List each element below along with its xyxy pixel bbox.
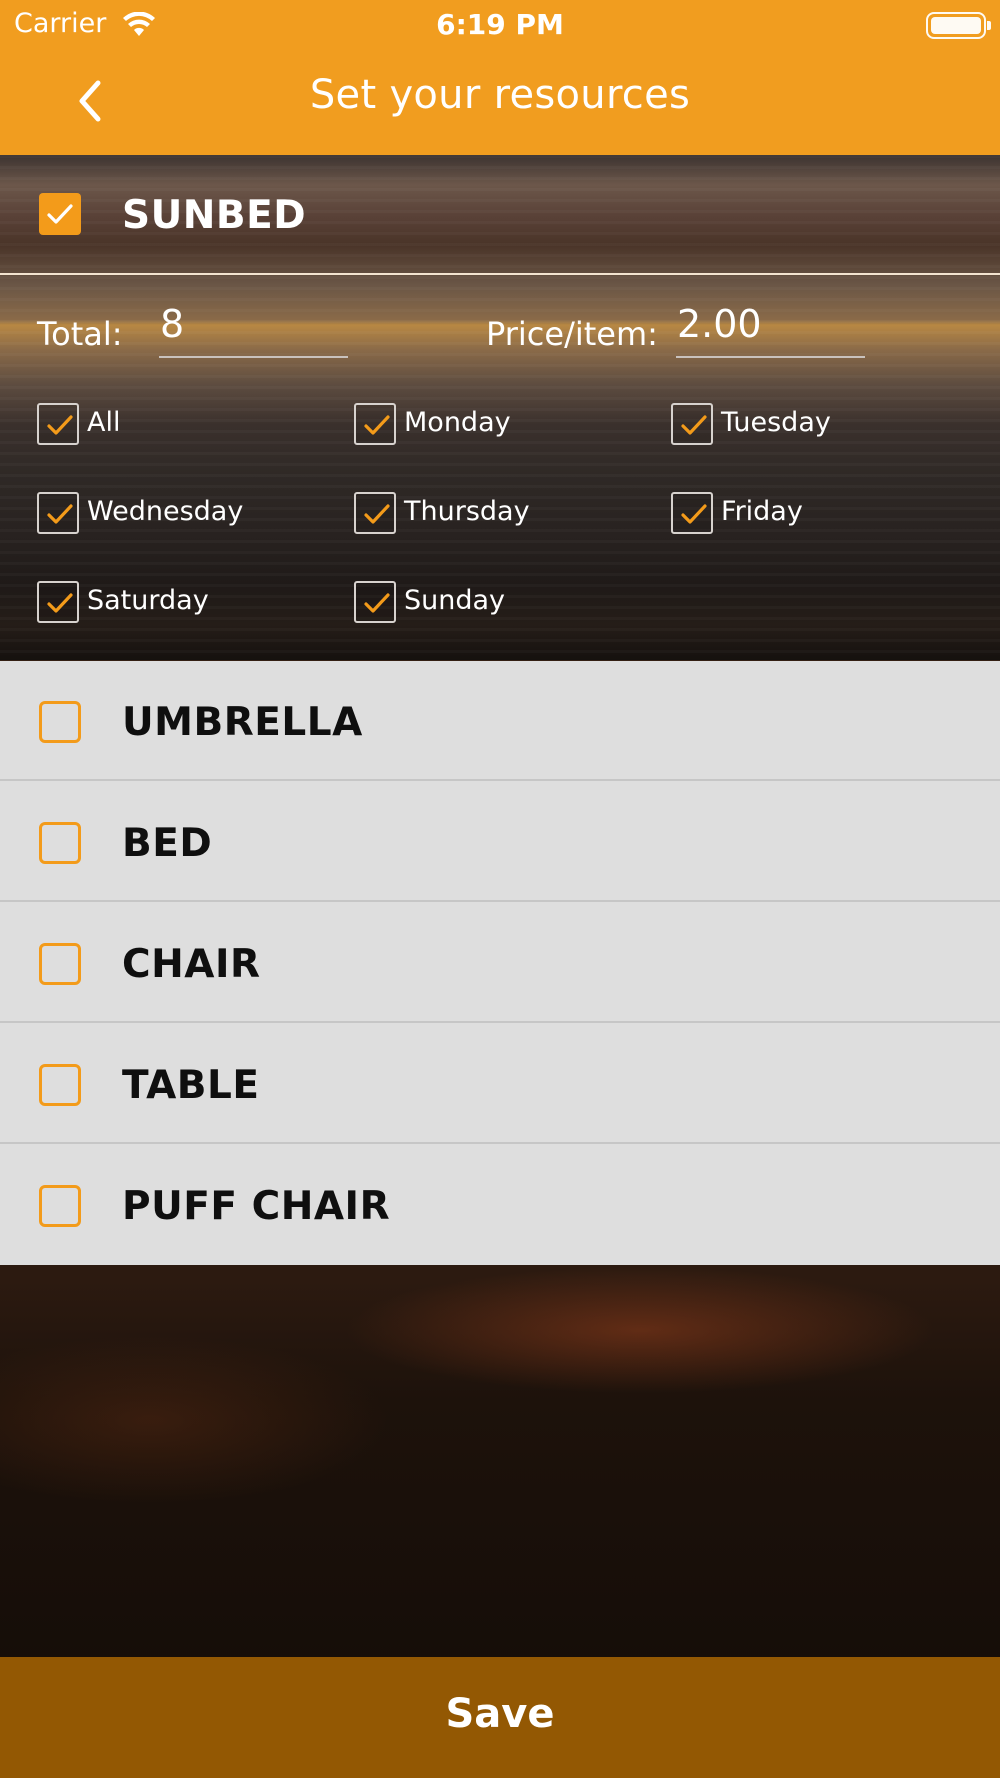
price-input-underline: [676, 356, 865, 358]
resource-title: PUFF CHAIR: [122, 1184, 391, 1229]
table-checkbox[interactable]: [39, 1064, 81, 1106]
sunbed-checkbox[interactable]: [39, 193, 81, 235]
day-label: Monday: [404, 407, 511, 438]
price-label: Price/item:: [486, 315, 658, 353]
resource-row-puff-chair[interactable]: PUFF CHAIR: [0, 1145, 1000, 1265]
resource-title: UMBRELLA: [122, 700, 363, 745]
checkmark-icon: [364, 504, 390, 524]
checkmark-icon: [681, 504, 707, 524]
total-input[interactable]: 8: [160, 302, 184, 346]
day-label: Saturday: [87, 585, 209, 616]
day-label: Wednesday: [87, 496, 244, 527]
price-input[interactable]: 2.00: [677, 302, 762, 346]
page-title: Set your resources: [309, 72, 691, 118]
checkmark-icon: [364, 415, 390, 435]
bed-checkbox[interactable]: [39, 822, 81, 864]
resource-title-sunbed: SUNBED: [122, 193, 307, 238]
resource-list: UMBRELLA BED CHAIR TABLE PUFF CHAIR: [0, 661, 1000, 1265]
day-label: Friday: [721, 496, 803, 527]
umbrella-checkbox[interactable]: [39, 701, 81, 743]
checkmark-icon: [47, 415, 73, 435]
resource-title: TABLE: [122, 1063, 260, 1108]
status-bar: Carrier 6:19 PM: [0, 0, 1000, 52]
total-label: Total:: [37, 315, 123, 353]
day-label: Thursday: [404, 496, 530, 527]
day-label: All: [87, 407, 121, 438]
total-input-underline: [159, 356, 348, 358]
chair-checkbox[interactable]: [39, 943, 81, 985]
checkmark-icon: [681, 415, 707, 435]
checkmark-icon: [47, 504, 73, 524]
puff-chair-checkbox[interactable]: [39, 1185, 81, 1227]
day-label: Sunday: [404, 585, 506, 616]
save-button[interactable]: Save: [0, 1657, 1000, 1778]
day-label: Tuesday: [721, 407, 831, 438]
resource-row-chair[interactable]: CHAIR: [0, 903, 1000, 1023]
checkmark-icon: [364, 593, 390, 613]
resource-section-sunbed: SUNBED Total: 8 Price/item: 2.00 All Mon…: [0, 155, 1000, 660]
resource-title: CHAIR: [122, 942, 261, 987]
resource-row-bed[interactable]: BED: [0, 782, 1000, 902]
resource-row-umbrella[interactable]: UMBRELLA: [0, 661, 1000, 781]
resource-title: BED: [122, 821, 213, 866]
navigation-bar: Carrier 6:19 PM Set your resources: [0, 0, 1000, 155]
clock: 6:19 PM: [436, 8, 564, 41]
section-divider: [0, 273, 1000, 275]
checkmark-icon: [47, 204, 73, 224]
resource-row-table[interactable]: TABLE: [0, 1024, 1000, 1144]
battery-icon: [926, 12, 991, 39]
checkmark-icon: [47, 593, 73, 613]
save-button-label: Save: [445, 1691, 555, 1737]
